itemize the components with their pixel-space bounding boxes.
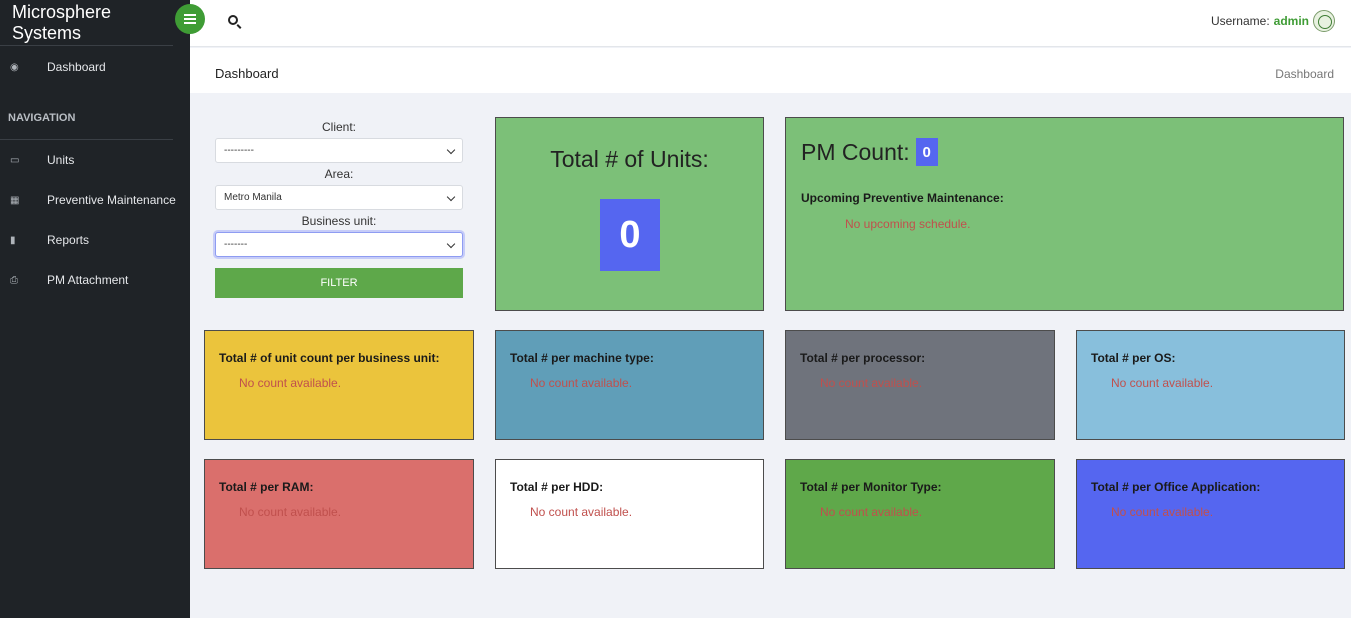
client-label: Client: [321, 120, 356, 134]
stat-card-os: Total # per OS: No count available. [1076, 330, 1345, 440]
upcoming-pm-title: Upcoming Preventive Maintenance: [801, 191, 1004, 205]
stat-card-message: No count available. [820, 376, 923, 390]
stat-card-office-application: Total # per Office Application: No count… [1076, 459, 1345, 569]
stat-card-business-unit: Total # of unit count per business unit:… [204, 330, 474, 440]
dashboard-icon: ◉ [10, 61, 19, 73]
pm-count-heading: PM Count: 0 [801, 138, 938, 166]
chevron-down-icon [446, 192, 456, 202]
print-icon: ⎙ [10, 274, 18, 286]
page-header: Dashboard Dashboard [190, 48, 1351, 93]
pm-count-card: PM Count: 0 Upcoming Preventive Maintena… [785, 117, 1344, 311]
sidebar-item-label: Reports [47, 233, 90, 247]
stat-card-title: Total # per processor: [800, 351, 926, 365]
business-unit-select-value: ------- [224, 239, 248, 250]
business-unit-select[interactable]: ------- [215, 232, 463, 257]
chevron-down-icon [446, 145, 456, 155]
business-unit-label: Business unit: [301, 214, 377, 228]
client-select-value: --------- [224, 145, 254, 156]
sidebar-item-preventive-maintenance[interactable]: ▦ Preventive Maintenance [0, 180, 190, 220]
stat-card-message: No count available. [239, 376, 342, 390]
chevron-down-icon [446, 239, 456, 249]
stat-card-message: No count available. [820, 505, 923, 519]
stat-card-message: No count available. [530, 376, 633, 390]
area-select-value: Metro Manila [224, 192, 282, 203]
total-units-title: Total # of Units: [550, 146, 709, 172]
area-select[interactable]: Metro Manila [215, 185, 463, 210]
stat-card-message: No count available. [1111, 505, 1214, 519]
stat-card-title: Total # per Monitor Type: [800, 480, 942, 494]
stat-card-processor: Total # per processor: No count availabl… [785, 330, 1055, 440]
sidebar-item-reports[interactable]: ▮ Reports [0, 220, 190, 260]
brand-name: Microsphere Systems [12, 1, 112, 43]
stat-card-machine-type: Total # per machine type: No count avail… [495, 330, 764, 440]
page-title: Dashboard [215, 66, 279, 81]
stat-card-monitor-type: Total # per Monitor Type: No count avail… [785, 459, 1055, 569]
sidebar-item-units[interactable]: ▭ Units [0, 140, 190, 180]
sidebar-item-label: Preventive Maintenance [47, 193, 176, 207]
book-icon: ▮ [10, 234, 16, 246]
user-info[interactable]: Username: admin [1211, 10, 1335, 32]
stat-card-message: No count available. [1111, 376, 1214, 390]
stat-card-hdd: Total # per HDD: No count available. [495, 459, 764, 569]
brand: Microsphere Systems [0, 0, 173, 46]
search-icon[interactable] [228, 15, 238, 25]
total-units-card: Total # of Units: 0 [495, 117, 764, 311]
breadcrumb[interactable]: Dashboard [1275, 67, 1334, 81]
filter-panel: Client: --------- Area: Metro Manila Bus… [215, 118, 463, 298]
laptop-icon: ▭ [10, 154, 20, 166]
sidebar-toggle-button[interactable] [175, 4, 205, 34]
upcoming-pm-message: No upcoming schedule. [845, 217, 971, 231]
stat-card-message: No count available. [239, 505, 342, 519]
pm-count-badge: 0 [915, 138, 938, 166]
stat-card-ram: Total # per RAM: No count available. [204, 459, 474, 569]
sidebar-item-dashboard[interactable]: ◉ Dashboard [0, 46, 190, 88]
menu-icon [184, 14, 196, 24]
pm-count-title: PM Count: [801, 138, 910, 165]
filter-button[interactable]: FILTER [215, 268, 463, 298]
stat-card-title: Total # per OS: [1091, 351, 1176, 365]
stat-card-message: No count available. [530, 505, 633, 519]
area-label: Area: [324, 167, 354, 181]
sidebar-item-label: Units [47, 153, 75, 167]
stat-card-title: Total # of unit count per business unit: [219, 351, 440, 365]
stat-card-title: Total # per RAM: [219, 480, 314, 494]
calendar-icon: ▦ [10, 194, 20, 206]
sidebar: Microsphere Systems ◉ Dashboard NAVIGATI… [0, 0, 205, 618]
topbar: Username: admin [190, 0, 1351, 47]
sidebar-item-label: Dashboard [47, 60, 106, 74]
total-units-count: 0 [600, 199, 660, 271]
stat-card-title: Total # per Office Application: [1091, 480, 1261, 494]
username: admin [1273, 14, 1309, 28]
stat-card-title: Total # per machine type: [510, 351, 654, 365]
avatar[interactable] [1313, 10, 1335, 32]
sidebar-item-pm-attachment[interactable]: ⎙ PM Attachment [0, 260, 190, 300]
sidebar-section-header: NAVIGATION [0, 96, 173, 140]
stat-card-title: Total # per HDD: [510, 480, 604, 494]
username-label: Username: [1210, 14, 1270, 28]
client-select[interactable]: --------- [215, 138, 463, 163]
sidebar-item-label: PM Attachment [47, 273, 129, 287]
